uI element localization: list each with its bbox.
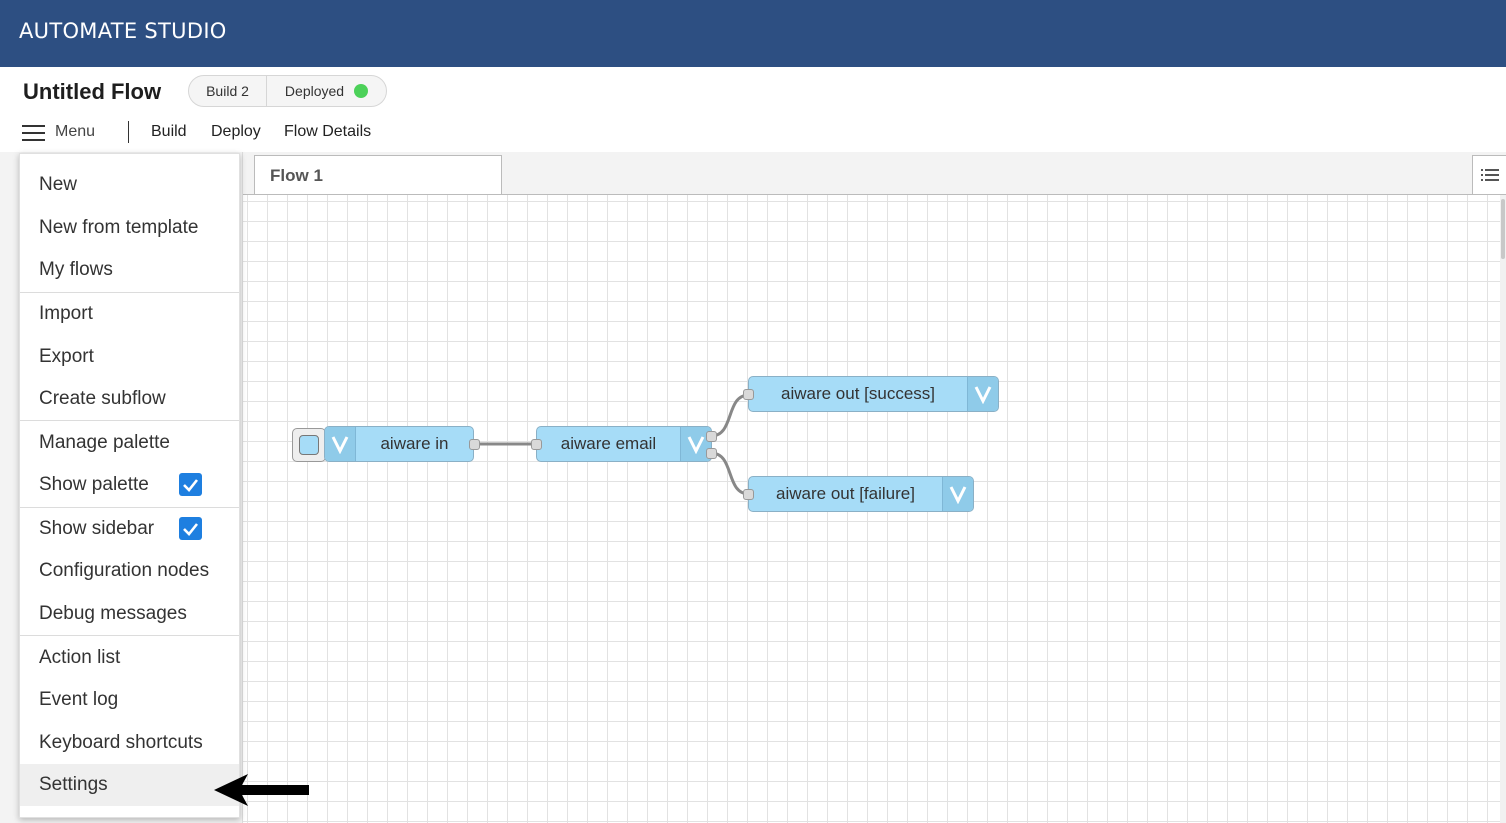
aiware-v-icon bbox=[942, 477, 973, 511]
menu-divider bbox=[20, 635, 239, 636]
build-badge: Build 2 bbox=[189, 76, 267, 106]
nav-bar: Menu Build Deploy Flow Details bbox=[0, 119, 600, 149]
menu-item-label: Manage palette bbox=[39, 432, 170, 453]
menu-item-label: New from template bbox=[39, 217, 199, 238]
menu-item-label: Show palette bbox=[39, 474, 149, 495]
menu-item-new-from-template[interactable]: New from template bbox=[20, 207, 239, 249]
menu-divider bbox=[20, 420, 239, 421]
menu-item-label: Import bbox=[39, 303, 93, 324]
checkmark-icon[interactable] bbox=[179, 473, 202, 496]
menu-item-export[interactable]: Export bbox=[20, 336, 239, 378]
deploy-status-text: Deployed bbox=[284, 83, 345, 99]
status-pill: Build 2 Deployed bbox=[188, 75, 387, 107]
canvas-scrollbar[interactable] bbox=[1500, 195, 1506, 823]
hamburger-icon[interactable] bbox=[22, 125, 45, 141]
menu-item-show-palette[interactable]: Show palette bbox=[20, 464, 239, 506]
node-aiware-email[interactable]: aiware email bbox=[536, 426, 712, 462]
menu-item-settings[interactable]: Settings bbox=[20, 764, 239, 806]
aiware-v-icon bbox=[325, 427, 356, 461]
scrollbar-thumb[interactable] bbox=[1501, 199, 1505, 259]
main-menu-dropdown: New New from template My flows Import Ex… bbox=[19, 153, 240, 818]
node-aiware-out-failure[interactable]: aiware out [failure] bbox=[748, 476, 974, 512]
menu-item-new[interactable]: New bbox=[20, 164, 239, 206]
inject-button[interactable] bbox=[292, 428, 326, 462]
output-port-failure[interactable] bbox=[706, 448, 717, 459]
menu-item-label: Export bbox=[39, 346, 94, 367]
menu-item-configuration-nodes[interactable]: Configuration nodes bbox=[20, 550, 239, 592]
arrow-left-icon bbox=[214, 774, 309, 806]
menu-item-label: My flows bbox=[39, 259, 113, 280]
nav-deploy[interactable]: Deploy bbox=[211, 123, 261, 141]
menu-item-label: Configuration nodes bbox=[39, 560, 210, 581]
menu-item-action-list[interactable]: Action list bbox=[20, 637, 239, 679]
menu-item-label: Action list bbox=[39, 647, 121, 668]
menu-item-my-flows[interactable]: My flows bbox=[20, 249, 239, 291]
menu-item-import[interactable]: Import bbox=[20, 293, 239, 335]
menu-item-label: Keyboard shortcuts bbox=[39, 732, 203, 753]
tab-flow-1[interactable]: Flow 1 bbox=[254, 155, 502, 194]
menu-item-event-log[interactable]: Event log bbox=[20, 679, 239, 721]
menu-item-keyboard-shortcuts[interactable]: Keyboard shortcuts bbox=[20, 722, 239, 764]
top-bar: AUTOMATE STUDIO bbox=[0, 0, 1506, 67]
menu-button[interactable]: Menu bbox=[55, 123, 95, 141]
tab-list-button[interactable] bbox=[1472, 155, 1506, 194]
menu-item-manage-palette[interactable]: Manage palette bbox=[20, 422, 239, 464]
output-port[interactable] bbox=[469, 439, 480, 450]
nav-build[interactable]: Build bbox=[151, 123, 187, 141]
checkmark-icon[interactable] bbox=[179, 517, 202, 540]
input-port[interactable] bbox=[531, 439, 542, 450]
node-label: aiware in bbox=[380, 434, 449, 453]
header: Untitled Flow Build 2 Deployed Menu Buil… bbox=[0, 67, 1506, 153]
menu-item-label: New bbox=[39, 174, 78, 195]
deploy-status-badge: Deployed bbox=[267, 76, 386, 106]
inject-button-face bbox=[299, 435, 319, 455]
menu-item-show-sidebar[interactable]: Show sidebar bbox=[20, 508, 239, 550]
node-aiware-out-success[interactable]: aiware out [success] bbox=[748, 376, 999, 412]
app-brand: AUTOMATE STUDIO bbox=[19, 19, 227, 43]
node-label: aiware out [failure] bbox=[776, 484, 915, 503]
menu-item-label: Settings bbox=[39, 774, 108, 795]
tab-label: Flow 1 bbox=[270, 166, 323, 185]
flow-title[interactable]: Untitled Flow bbox=[23, 79, 161, 105]
output-port-success[interactable] bbox=[706, 431, 717, 442]
node-label: aiware out [success] bbox=[780, 384, 935, 403]
menu-item-label: Show sidebar bbox=[39, 518, 155, 539]
nav-divider bbox=[128, 121, 129, 143]
input-port[interactable] bbox=[743, 389, 754, 400]
menu-item-create-subflow[interactable]: Create subflow bbox=[20, 378, 239, 420]
node-aiware-in[interactable]: aiware in bbox=[324, 426, 474, 462]
status-dot-icon bbox=[354, 84, 369, 98]
menu-item-label: Event log bbox=[39, 689, 119, 710]
input-port[interactable] bbox=[743, 489, 754, 500]
nav-flow-details[interactable]: Flow Details bbox=[284, 123, 371, 141]
aiware-v-icon bbox=[967, 377, 998, 411]
menu-item-label: Create subflow bbox=[39, 388, 166, 409]
workspace-tab-bar: Flow 1 bbox=[243, 152, 1506, 195]
menu-item-debug-messages[interactable]: Debug messages bbox=[20, 593, 239, 635]
list-icon bbox=[1480, 169, 1499, 181]
menu-item-label: Debug messages bbox=[39, 603, 187, 624]
node-label: aiware email bbox=[560, 434, 657, 453]
